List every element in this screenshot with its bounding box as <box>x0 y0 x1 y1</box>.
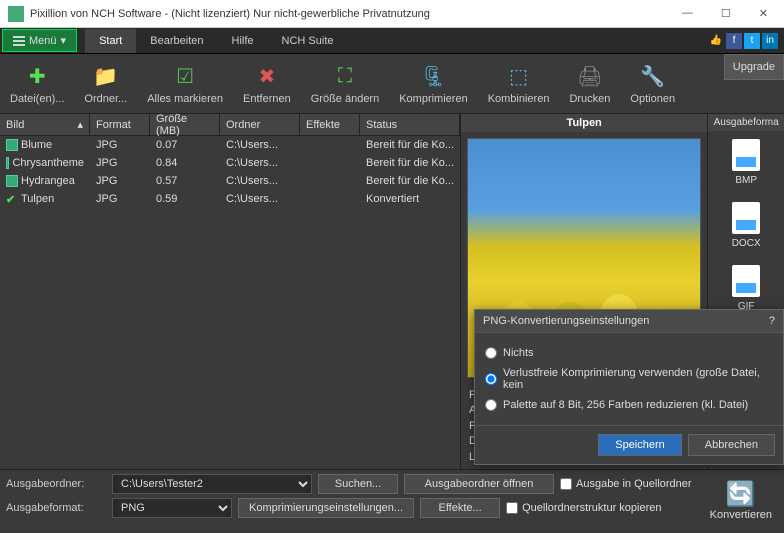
titlebar: Pixillion von NCH Software - (Nicht lize… <box>0 0 784 28</box>
convert-label: Konvertieren <box>710 509 772 521</box>
convert-icon: 🔄 <box>726 480 756 509</box>
check-icon: ✔ <box>6 193 18 205</box>
compression-settings-button[interactable]: Komprimierungseinstellungen... <box>238 498 414 518</box>
open-output-folder-button[interactable]: Ausgabeordner öffnen <box>404 474 554 494</box>
tab-hilfe[interactable]: Hilfe <box>218 29 268 53</box>
toolbar: ✚Datei(en)...📁Ordner...☑Alles markieren✖… <box>0 54 784 114</box>
col-folder[interactable]: Ordner <box>220 114 300 135</box>
combine-icon: ⬚ <box>505 63 533 91</box>
table-row[interactable]: BlumeJPG0.07C:\Users...Bereit für die Ko… <box>0 136 460 154</box>
radio-option-0[interactable]: Nichts <box>485 343 773 363</box>
image-icon <box>6 139 18 151</box>
dialog-title: PNG-Konvertierungseinstellungen <box>483 315 649 327</box>
convert-button[interactable]: 🔄 Konvertieren <box>706 476 776 525</box>
select-all-icon: ☑ <box>171 63 199 91</box>
radio-option-2[interactable]: Palette auf 8 Bit, 256 Farben reduzieren… <box>485 395 773 415</box>
compress-icon: 🗜 <box>419 63 447 91</box>
toolbar-plus-button[interactable]: ✚Datei(en)... <box>0 59 74 109</box>
resize-icon: ⛶ <box>331 63 359 91</box>
hamburger-icon <box>13 36 25 46</box>
col-status[interactable]: Status <box>360 114 460 135</box>
print-icon: 🖨 <box>576 63 604 91</box>
settings-icon: 🔧 <box>639 63 667 91</box>
facebook-icon[interactable]: f <box>726 33 742 49</box>
output-format-bmp[interactable]: BMP <box>708 131 784 194</box>
output-in-source-checkbox[interactable]: Ausgabe in Quellordner <box>560 478 692 490</box>
app-icon <box>8 6 24 22</box>
browse-button[interactable]: Suchen... <box>318 474 398 494</box>
menubar: Menü ▾ StartBearbeitenHilfeNCH Suite 👍 f… <box>0 28 784 54</box>
toolbar-compress-button[interactable]: 🗜Komprimieren <box>389 59 477 109</box>
col-effects[interactable]: Effekte <box>300 114 360 135</box>
bottom-bar: Ausgabeordner: C:\Users\Tester2 Suchen..… <box>0 469 784 526</box>
sort-icon: ▴ <box>77 118 83 131</box>
png-settings-dialog: PNG-Konvertierungseinstellungen ? Nichts… <box>474 309 784 465</box>
col-format[interactable]: Format <box>90 114 150 135</box>
table-row[interactable]: ChrysanthemeJPG0.84C:\Users...Bereit für… <box>0 154 460 172</box>
col-bild[interactable]: Bild ▴ <box>0 114 90 135</box>
image-icon <box>6 157 9 169</box>
col-size[interactable]: Größe (MB) <box>150 114 220 135</box>
cancel-button[interactable]: Abbrechen <box>688 434 775 456</box>
maximize-button[interactable]: ☐ <box>713 5 739 22</box>
toolbar-resize-button[interactable]: ⛶Größe ändern <box>301 59 389 109</box>
tab-bearbeiten[interactable]: Bearbeiten <box>136 29 217 53</box>
toolbar-print-button[interactable]: 🖨Drucken <box>559 59 620 109</box>
window-title: Pixillion von NCH Software - (Nicht lize… <box>30 8 674 20</box>
tab-nch suite[interactable]: NCH Suite <box>268 29 348 53</box>
file-table: Bild ▴ Format Größe (MB) Ordner Effekte … <box>0 114 460 469</box>
social-icons: 👍 f t in <box>708 33 784 49</box>
output-format-docx[interactable]: DOCX <box>708 194 784 257</box>
preview-title: Tulpen <box>461 114 707 132</box>
thumbs-up-icon[interactable]: 👍 <box>708 33 724 49</box>
upgrade-button[interactable]: Upgrade <box>724 54 784 80</box>
output-format-select[interactable]: PNG <box>112 498 232 518</box>
chevron-down-icon: ▾ <box>61 34 67 47</box>
save-button[interactable]: Speichern <box>598 434 682 456</box>
table-row[interactable]: ✔TulpenJPG0.59C:\Users...Konvertiert <box>0 190 460 208</box>
file-icon <box>732 139 760 171</box>
toolbar-settings-button[interactable]: 🔧Optionen <box>620 59 685 109</box>
linkedin-icon[interactable]: in <box>762 33 778 49</box>
output-formats-title: Ausgabeforma <box>708 114 784 131</box>
tab-start[interactable]: Start <box>85 29 136 53</box>
output-folder-select[interactable]: C:\Users\Tester2 <box>112 474 312 494</box>
toolbar-combine-button[interactable]: ⬚Kombinieren <box>478 59 560 109</box>
menu-button-label: Menü <box>29 35 57 47</box>
menu-button[interactable]: Menü ▾ <box>2 29 77 52</box>
file-icon <box>732 202 760 234</box>
plus-icon: ✚ <box>23 63 51 91</box>
output-format-label: Ausgabeformat: <box>6 502 106 514</box>
copy-folder-structure-checkbox[interactable]: Quellordnerstruktur kopieren <box>506 502 661 514</box>
twitter-icon[interactable]: t <box>744 33 760 49</box>
minimize-button[interactable]: — <box>674 5 701 22</box>
help-button[interactable]: ? <box>769 315 775 327</box>
file-icon <box>732 265 760 297</box>
radio-option-1[interactable]: Verlustfreie Komprimierung verwenden (gr… <box>485 363 773 395</box>
toolbar-select-all-button[interactable]: ☑Alles markieren <box>137 59 233 109</box>
image-icon <box>6 175 18 187</box>
folder-icon: 📁 <box>92 63 120 91</box>
toolbar-folder-button[interactable]: 📁Ordner... <box>74 59 137 109</box>
toolbar-remove-button[interactable]: ✖Entfernen <box>233 59 301 109</box>
remove-icon: ✖ <box>253 63 281 91</box>
table-row[interactable]: HydrangeaJPG0.57C:\Users...Bereit für di… <box>0 172 460 190</box>
effects-button[interactable]: Effekte... <box>420 498 500 518</box>
output-folder-label: Ausgabeordner: <box>6 478 106 490</box>
close-button[interactable]: ✕ <box>751 5 776 22</box>
